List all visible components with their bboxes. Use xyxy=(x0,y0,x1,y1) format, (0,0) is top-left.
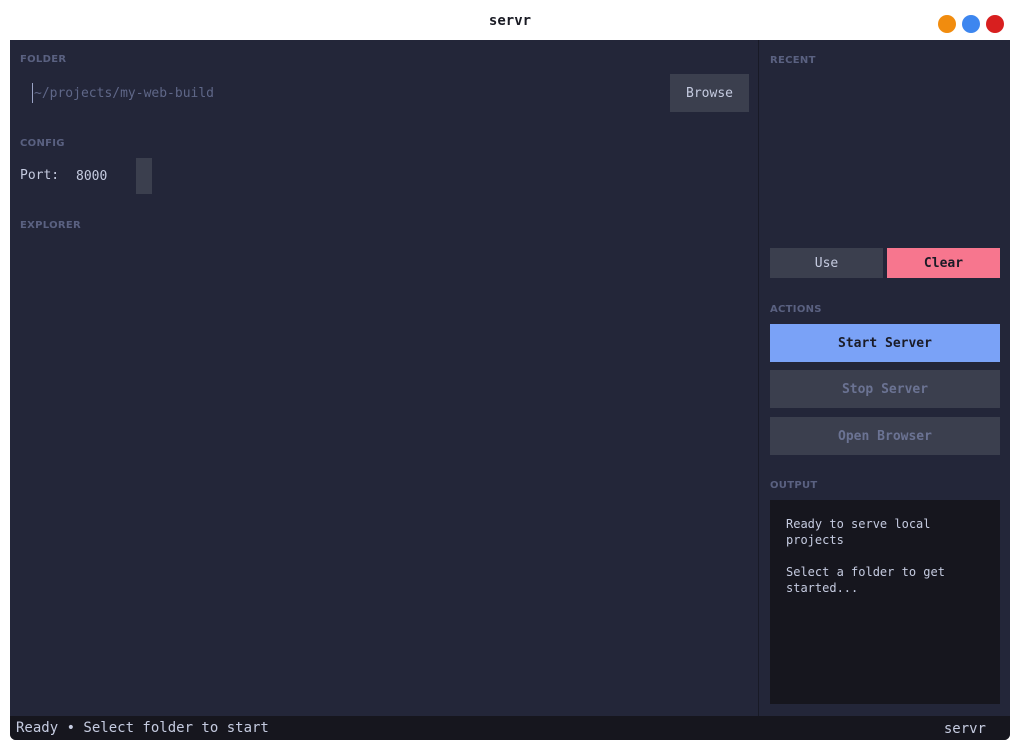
status-app-name: servr xyxy=(943,721,986,737)
close-button[interactable] xyxy=(986,15,1004,33)
use-recent-button[interactable]: Use xyxy=(770,248,883,278)
config-section-label: CONFIG xyxy=(20,138,65,149)
stop-server-button[interactable]: Stop Server xyxy=(770,370,1000,408)
sidebar: RECENT Use Clear ACTIONS Start Server St… xyxy=(760,40,1010,716)
status-text: Ready • Select folder to start xyxy=(16,720,269,736)
clear-recent-button[interactable]: Clear xyxy=(887,248,1000,278)
port-stepper[interactable] xyxy=(136,158,152,194)
output-section-label: OUTPUT xyxy=(770,480,818,491)
port-input[interactable]: 8000 xyxy=(76,169,107,184)
browse-button[interactable]: Browse xyxy=(670,74,749,112)
minimize-button[interactable] xyxy=(938,15,956,33)
window-title: servr xyxy=(488,13,532,29)
start-server-button[interactable]: Start Server xyxy=(770,324,1000,362)
recent-list[interactable] xyxy=(770,72,1000,242)
app-window: FOLDER Browse CONFIG Port: 8000 EXPLORER… xyxy=(10,40,1010,740)
folder-path-input[interactable] xyxy=(32,83,652,103)
maximize-button[interactable] xyxy=(962,15,980,33)
explorer-section-label: EXPLORER xyxy=(20,220,82,231)
recent-section-label: RECENT xyxy=(770,55,816,66)
open-browser-button[interactable]: Open Browser xyxy=(770,417,1000,455)
port-label: Port: xyxy=(20,168,60,183)
status-bar: Ready • Select folder to start servr xyxy=(10,716,1010,740)
titlebar: servr xyxy=(0,0,1020,40)
file-explorer[interactable] xyxy=(10,240,758,710)
output-line: Ready to serve local projects xyxy=(786,517,931,547)
output-line: Select a folder to get started... xyxy=(786,565,945,595)
folder-section-label: FOLDER xyxy=(20,54,67,65)
actions-section-label: ACTIONS xyxy=(770,304,822,315)
output-console: Ready to serve local projects Select a f… xyxy=(770,500,1000,704)
main-panel: FOLDER Browse CONFIG Port: 8000 EXPLORER xyxy=(10,40,759,716)
